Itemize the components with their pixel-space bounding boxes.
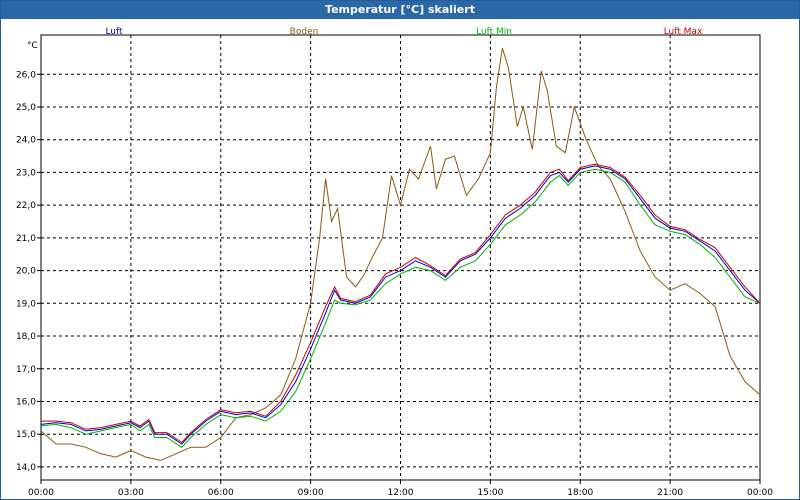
y-tick-label: 24,0 xyxy=(16,136,36,146)
y-tick-label: 17,0 xyxy=(16,365,36,375)
y-tick-label: 22,0 xyxy=(16,201,36,211)
chart-grid xyxy=(41,35,760,480)
y-axis-label: °C xyxy=(27,41,38,51)
x-tick-time: 03:00 xyxy=(118,488,144,498)
y-tick-label: 25,0 xyxy=(16,103,36,113)
chart-window: Temperatur [°C] skaliert Luft Boden Luft M… xyxy=(0,0,800,500)
y-tick-label: 23,0 xyxy=(16,168,36,178)
x-tick-time: 15:00 xyxy=(477,488,503,498)
x-tick-time: 12:00 xyxy=(388,488,414,498)
x-tick-time: 00:00 xyxy=(28,488,54,498)
y-tick-label: 26,0 xyxy=(16,70,36,80)
x-tick-time: 00:00 xyxy=(747,488,773,498)
temperature-chart: Luft Boden Luft Min Luft Max °C 14,015,016,… xyxy=(16,27,773,498)
x-axis-ticks: 00:0023.05.1803:0023.05.1806:0023.05.180… xyxy=(28,480,773,498)
x-tick-time: 09:00 xyxy=(298,488,324,498)
y-tick-label: 18,0 xyxy=(16,332,36,342)
y-axis-ticks: 14,0 15,0 16,0 17,0 18,0 19,0 20,0 21,0 22,0 23,0… xyxy=(16,70,41,473)
y-tick-label: 15,0 xyxy=(16,430,36,440)
y-tick-label: 16,0 xyxy=(16,397,36,407)
x-tick-time: 21:00 xyxy=(657,488,683,498)
x-tick-time: 06:00 xyxy=(208,488,234,498)
y-tick-label: 14,0 xyxy=(16,463,36,473)
y-tick-label: 19,0 xyxy=(16,299,36,309)
window-title-bar: Temperatur [°C] skaliert xyxy=(1,1,799,19)
y-tick-label: 20,0 xyxy=(16,267,36,277)
x-tick-time: 18:00 xyxy=(567,488,593,498)
y-tick-label: 21,0 xyxy=(16,234,36,244)
